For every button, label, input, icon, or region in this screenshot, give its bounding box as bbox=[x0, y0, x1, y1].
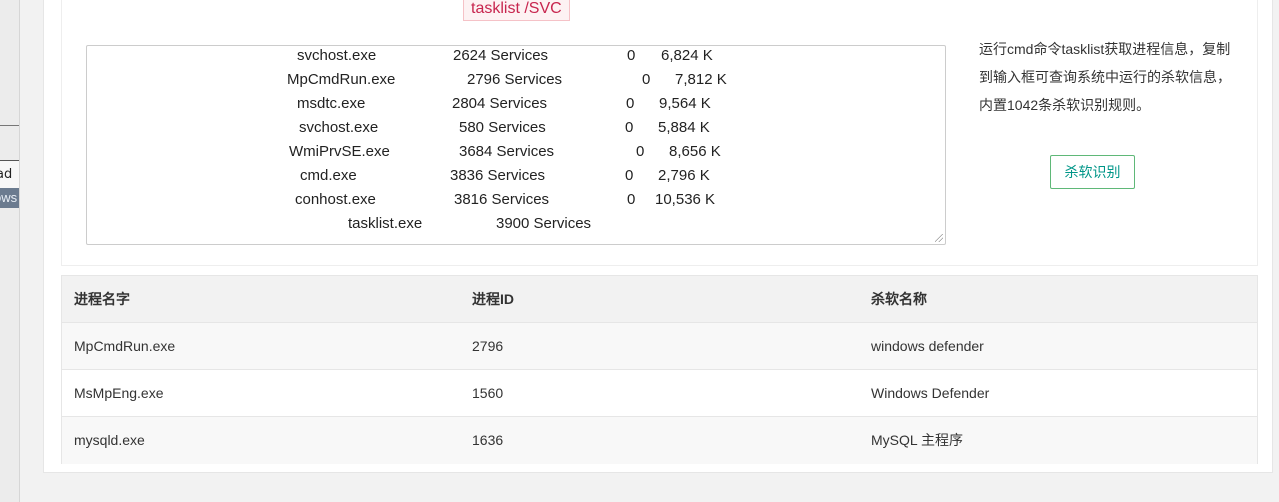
cell-process-name: mysqld.exe bbox=[74, 432, 145, 448]
tool-description: 运行cmd命令tasklist获取进程信息，复制到输入框可查询系统中运行的杀软信… bbox=[979, 41, 1231, 113]
table-row: MsMpEng.exe 1560 Windows Defender bbox=[62, 370, 1257, 417]
tasklist-line-mem: 7,812 K bbox=[675, 71, 727, 88]
cell-antivirus-name: MySQL 主程序 bbox=[871, 432, 964, 448]
tasklist-line-session: 0 bbox=[627, 191, 636, 208]
tasklist-line-pid: 3684 Services bbox=[459, 143, 555, 160]
cell-process-id: 2796 bbox=[472, 338, 504, 354]
tasklist-line-mem: 8,656 K bbox=[669, 143, 721, 160]
tasklist-line: conhost.exe bbox=[295, 191, 376, 208]
cell-process-id: 1636 bbox=[472, 432, 504, 448]
cell-process-name: MsMpEng.exe bbox=[74, 385, 164, 401]
main-panel: tasklist /SVC svchost.exe 2624 Services … bbox=[43, 0, 1273, 473]
cell-process-id: 1560 bbox=[472, 385, 504, 401]
tasklist-line-pid: 580 Services bbox=[459, 119, 546, 136]
header-antivirus-name: 杀软名称 bbox=[871, 291, 927, 307]
tasklist-line: cmd.exe bbox=[300, 167, 357, 184]
table-row: MpCmdRun.exe 2796 windows defender bbox=[62, 323, 1257, 370]
tasklist-line-session: 0 bbox=[642, 71, 651, 88]
tasklist-line-pid: 2796 Services bbox=[467, 71, 563, 88]
tasklist-line-mem: 6,824 K bbox=[661, 47, 713, 64]
tasklist-line: svchost.exe bbox=[297, 47, 377, 64]
tasklist-input[interactable]: svchost.exe 2624 Services 0 6,824 K MpCm… bbox=[86, 45, 946, 245]
table-row: mysqld.exe 1636 MySQL 主程序 bbox=[62, 417, 1257, 464]
header-process-name: 进程名字 bbox=[74, 291, 130, 307]
tasklist-line: WmiPrvSE.exe bbox=[289, 143, 390, 160]
header-process-id: 进程ID bbox=[472, 291, 514, 307]
cell-process-name: MpCmdRun.exe bbox=[74, 338, 176, 354]
tasklist-line-session: 0 bbox=[627, 47, 636, 64]
tasklist-line-pid: 3836 Services bbox=[450, 167, 546, 184]
tasklist-line-mem: 10,536 K bbox=[655, 191, 716, 208]
tasklist-line-session: 0 bbox=[625, 167, 634, 184]
tasklist-line-session: 0 bbox=[636, 143, 645, 160]
resize-handle[interactable] bbox=[935, 234, 943, 242]
result-table: 进程名字 进程ID 杀软名称 MpCmdRun.exe 2796 windows… bbox=[61, 275, 1258, 464]
background-selected-fragment: ows bbox=[0, 188, 19, 208]
tasklist-line: MpCmdRun.exe bbox=[287, 71, 396, 88]
tasklist-line: msdtc.exe bbox=[297, 95, 366, 112]
tasklist-line: svchost.exe bbox=[299, 119, 379, 136]
command-badge: tasklist /SVC bbox=[463, 0, 570, 21]
tasklist-line: tasklist.exe bbox=[348, 215, 423, 232]
tasklist-line-mem: 5,884 K bbox=[658, 119, 710, 136]
tasklist-line-session: 0 bbox=[625, 119, 634, 136]
tasklist-line-pid: 3816 Services bbox=[454, 191, 550, 208]
background-window-edge: ad ows bbox=[0, 0, 20, 502]
query-card: tasklist /SVC svchost.exe 2624 Services … bbox=[61, 0, 1258, 266]
tasklist-line-mem: 2,796 K bbox=[658, 167, 710, 184]
divider bbox=[0, 125, 19, 126]
tasklist-line-session: 0 bbox=[626, 95, 635, 112]
tasklist-line-mem: 9,564 K bbox=[659, 95, 711, 112]
antivirus-scan-button[interactable]: 杀软识别 bbox=[1050, 155, 1135, 189]
cell-antivirus-name: windows defender bbox=[871, 338, 984, 354]
tasklist-line-pid: 2804 Services bbox=[452, 95, 548, 112]
cell-antivirus-name: Windows Defender bbox=[871, 385, 990, 401]
tasklist-line-pid: 3900 Services bbox=[496, 215, 592, 232]
tasklist-line-pid: 2624 Services bbox=[453, 47, 549, 64]
table-header-row: 进程名字 进程ID 杀软名称 bbox=[62, 276, 1257, 323]
background-text-fragment: ad bbox=[0, 160, 19, 188]
